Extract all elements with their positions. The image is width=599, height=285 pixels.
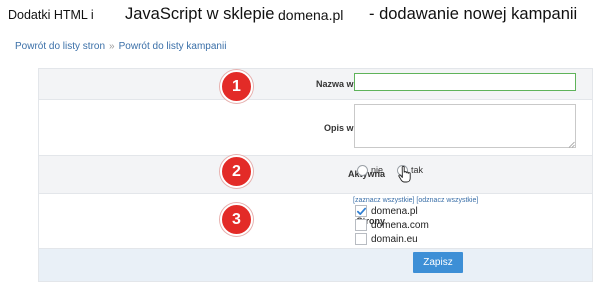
radio-no[interactable] [357,164,368,176]
breadcrumb-separator: » [109,41,115,52]
header-domain: domena.pl [278,7,344,23]
checkbox-item-domena-com[interactable]: domena.com [355,218,429,232]
checkbox-domena-pl[interactable] [355,205,367,217]
radio-yes-label: tak [411,165,424,175]
form-row-active: Aktywna nie tak [39,156,592,194]
radio-no-label: nie [371,165,384,175]
breadcrumb: Powrót do listy stron » Powrót do listy ka… [15,41,226,52]
checkbox-label: domena.com [371,219,429,231]
header-title: JavaScript w sklepie [125,5,275,23]
page-header: Dodatki HTML i JavaScript w sklepie dome… [0,0,599,34]
checkbox-item-domena-pl[interactable]: domena.pl [355,204,418,218]
name-input[interactable] [354,73,576,91]
select-links: [zaznacz wszystkie] [odznacz wszystkie] [353,197,478,204]
form-row-actions: Zapisz [39,249,592,281]
back-to-campaigns-link[interactable]: Powrót do listy kampanii [119,41,227,52]
checkbox-label: domena.pl [371,205,418,217]
checkbox-domena-com[interactable] [355,219,367,231]
annotation-badge-1: 1 [220,70,253,103]
checkbox-label: domain.eu [371,233,418,245]
back-to-pages-link[interactable]: Powrót do listy stron [15,41,105,52]
checkmark-icon [356,207,367,215]
deselect-all-link[interactable]: [odznacz wszystkie] [416,197,478,204]
description-textarea[interactable] [354,104,576,148]
annotation-badge-3: 3 [220,203,253,236]
checkbox-item-domain-eu[interactable]: domain.eu [355,232,418,246]
campaign-form: Nazwa w panelu Opis w panelu Aktywna nie… [38,68,593,282]
form-row-name: Nazwa w panelu [39,69,592,100]
form-row-pages: Strony [zaznacz wszystkie] [odznacz wszy… [39,194,592,249]
resize-grip-icon[interactable] [568,141,575,148]
form-row-description: Opis w panelu [39,100,592,156]
header-action: - dodawanie nowej kampanii [369,5,578,23]
select-all-link[interactable]: [zaznacz wszystkie] [353,197,414,204]
save-button[interactable]: Zapisz [413,252,463,273]
hand-pointer-icon [398,166,411,183]
annotation-badge-2: 2 [220,155,253,188]
header-subtitle: Dodatki HTML i [8,8,94,22]
radio-option-no[interactable]: nie [357,163,383,177]
checkbox-domain-eu[interactable] [355,233,367,245]
